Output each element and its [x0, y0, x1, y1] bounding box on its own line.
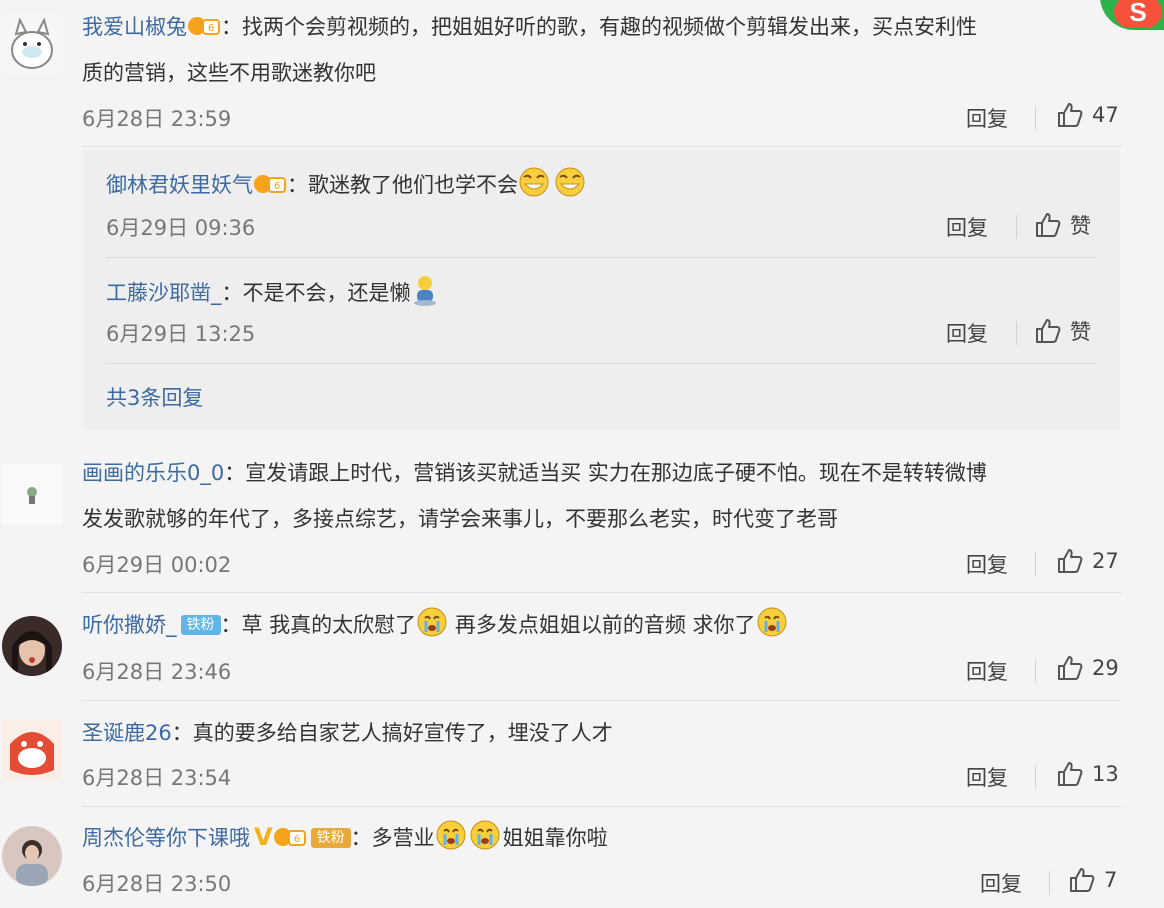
comment-username[interactable]: 画画的乐乐0_0 [82, 461, 224, 485]
reply-time: 6月29日 09:36 [106, 216, 256, 240]
comment-time: 6月28日 23:59 [82, 107, 232, 131]
comment-content-continued: 质的营销，这些不用歌迷教你吧 [82, 61, 376, 85]
reply-divider [106, 363, 1096, 364]
like-button[interactable]: 47 [1056, 101, 1119, 129]
thumbs-up-icon [1036, 213, 1061, 237]
comment-divider [82, 806, 1122, 807]
more-replies-link[interactable]: 共3条回复 [106, 382, 203, 412]
laugh-cry-emoji-icon [519, 167, 585, 197]
comment-text-block: 听你撒娇_ 铁粉 ：草 我真的太欣慰了 再多发点姐姐以前的音频 求你了 [82, 602, 1122, 648]
thumbs-up-icon [1036, 319, 1061, 343]
avatar[interactable] [2, 616, 62, 676]
like-button[interactable]: 13 [1056, 760, 1119, 788]
svg-text:6: 6 [293, 834, 299, 845]
comment-username[interactable]: 圣诞鹿26 [82, 721, 172, 745]
reply-username[interactable]: 御林君妖里妖气 [106, 173, 253, 197]
action-divider [1016, 215, 1017, 239]
vip-badge-icon: 6 [254, 175, 286, 193]
like-count: 7 [1104, 868, 1118, 892]
reply-username[interactable]: 工藤沙耶凿_ [106, 281, 222, 305]
comment-content: ：找两个会剪视频的，把姐姐好听的歌，有趣的视频做个剪辑发出来，买点安利性 [221, 15, 977, 39]
reply-content: ：不是不会，还是懒 [221, 281, 411, 305]
like-count: 29 [1092, 656, 1119, 680]
comment-username[interactable]: 周杰伦等你下课哦 [82, 826, 250, 850]
like-button[interactable]: 29 [1056, 654, 1119, 682]
comment-content-continued: 再多发点姐姐以前的音频 求你了 [448, 613, 756, 637]
comment-divider [82, 146, 1122, 147]
comment-content: ：真的要多给自家艺人搞好宣传了，埋没了人才 [171, 721, 613, 745]
fan-badge: 铁粉 [310, 828, 351, 848]
comment-divider [82, 700, 1122, 701]
like-button[interactable]: 赞 [1034, 316, 1091, 346]
fan-badge: 铁粉 [180, 615, 221, 635]
comment-time: 6月29日 00:02 [82, 553, 232, 577]
svg-text:6: 6 [208, 23, 214, 34]
action-divider [1035, 552, 1036, 576]
lazy-person-emoji-icon [413, 276, 436, 306]
comment-text-block: 圣诞鹿26：真的要多给自家艺人搞好宣传了，埋没了人才 [82, 710, 1122, 756]
reply-button[interactable]: 回复 [946, 318, 988, 348]
avatar[interactable] [2, 464, 62, 524]
reply-button[interactable]: 回复 [966, 549, 1008, 579]
vip-badge-icon: 6 [188, 17, 220, 35]
action-divider [1035, 765, 1036, 789]
comment-text-block: 我爱山椒兔 6 ：找两个会剪视频的，把姐姐好听的歌，有趣的视频做个剪辑发出来，买点安… [82, 4, 1122, 96]
reply-content: ：歌迷教了他们也学不会 [287, 173, 518, 197]
action-divider [1016, 321, 1017, 345]
like-label: 赞 [1070, 214, 1091, 238]
reply-button[interactable]: 回复 [966, 762, 1008, 792]
thumbs-up-icon [1058, 549, 1083, 573]
reply-button[interactable]: 回复 [980, 868, 1022, 898]
verified-v-icon: V [254, 823, 273, 851]
reply-item: 御林君妖里妖气 6 ：歌迷教了他们也学不会 [106, 166, 590, 199]
like-count: 13 [1092, 762, 1119, 786]
reply-button[interactable]: 回复 [966, 103, 1008, 133]
thumbs-up-icon [1058, 103, 1083, 127]
avatar[interactable] [2, 14, 62, 74]
comment-text-block: 画画的乐乐0_0：宣发请跟上时代，营销该买就适当买 实力在那边底子硬不怕。现在不… [82, 450, 1122, 542]
comment-divider [82, 592, 1122, 593]
comment-time: 6月28日 23:46 [82, 660, 232, 684]
like-label: 赞 [1070, 320, 1091, 344]
reply-divider [106, 257, 1096, 258]
comment-content: ：宣发请跟上时代，营销该买就适当买 实力在那边底子硬不怕。现在不是转转微博 [224, 461, 987, 485]
sub-replies: 御林君妖里妖气 6 ：歌迷教了他们也学不会 6月29日 09:36 回复 赞 工藤沙… [84, 150, 1120, 430]
crying-emoji-icon [757, 607, 787, 637]
svg-text:6: 6 [274, 181, 280, 192]
comment-content-continued: 姐姐靠你啦 [502, 826, 608, 850]
reply-time: 6月29日 13:25 [106, 322, 256, 346]
comment-content: ：多营业 [350, 826, 435, 850]
like-button[interactable]: 7 [1068, 866, 1117, 894]
comment-time: 6月28日 23:54 [82, 766, 232, 790]
like-button[interactable]: 27 [1056, 547, 1119, 575]
reply-button[interactable]: 回复 [946, 212, 988, 242]
crying-emoji-icon [436, 820, 500, 850]
like-count: 27 [1092, 549, 1119, 573]
thumbs-up-icon [1058, 762, 1083, 786]
reply-item: 工藤沙耶凿_：不是不会，还是懒 [106, 274, 439, 307]
vip-badge-icon: 6 [273, 828, 306, 846]
comment-content: ：草 我真的太欣慰了 [220, 613, 417, 637]
action-divider [1049, 871, 1050, 895]
action-divider [1035, 659, 1036, 683]
avatar[interactable] [2, 720, 62, 780]
avatar[interactable] [2, 826, 62, 886]
comment-time: 6月28日 23:50 [82, 872, 232, 896]
like-button[interactable]: 赞 [1034, 210, 1091, 240]
reply-button[interactable]: 回复 [966, 656, 1008, 686]
comment-username[interactable]: 我爱山椒兔 [82, 15, 187, 39]
comment-text-block: 周杰伦等你下课哦 V 6 铁粉 ：多营业 姐姐靠你啦 [82, 814, 1122, 861]
action-divider [1035, 106, 1036, 130]
like-count: 47 [1092, 103, 1119, 127]
comment-username[interactable]: 听你撒娇_ [82, 613, 177, 637]
crying-emoji-icon [417, 607, 447, 637]
thumbs-up-icon [1070, 868, 1095, 892]
comment-content-continued: 发发歌就够的年代了，多接点综艺，请学会来事儿，不要那么老实，时代变了老哥 [82, 507, 838, 531]
thumbs-up-icon [1058, 656, 1083, 680]
